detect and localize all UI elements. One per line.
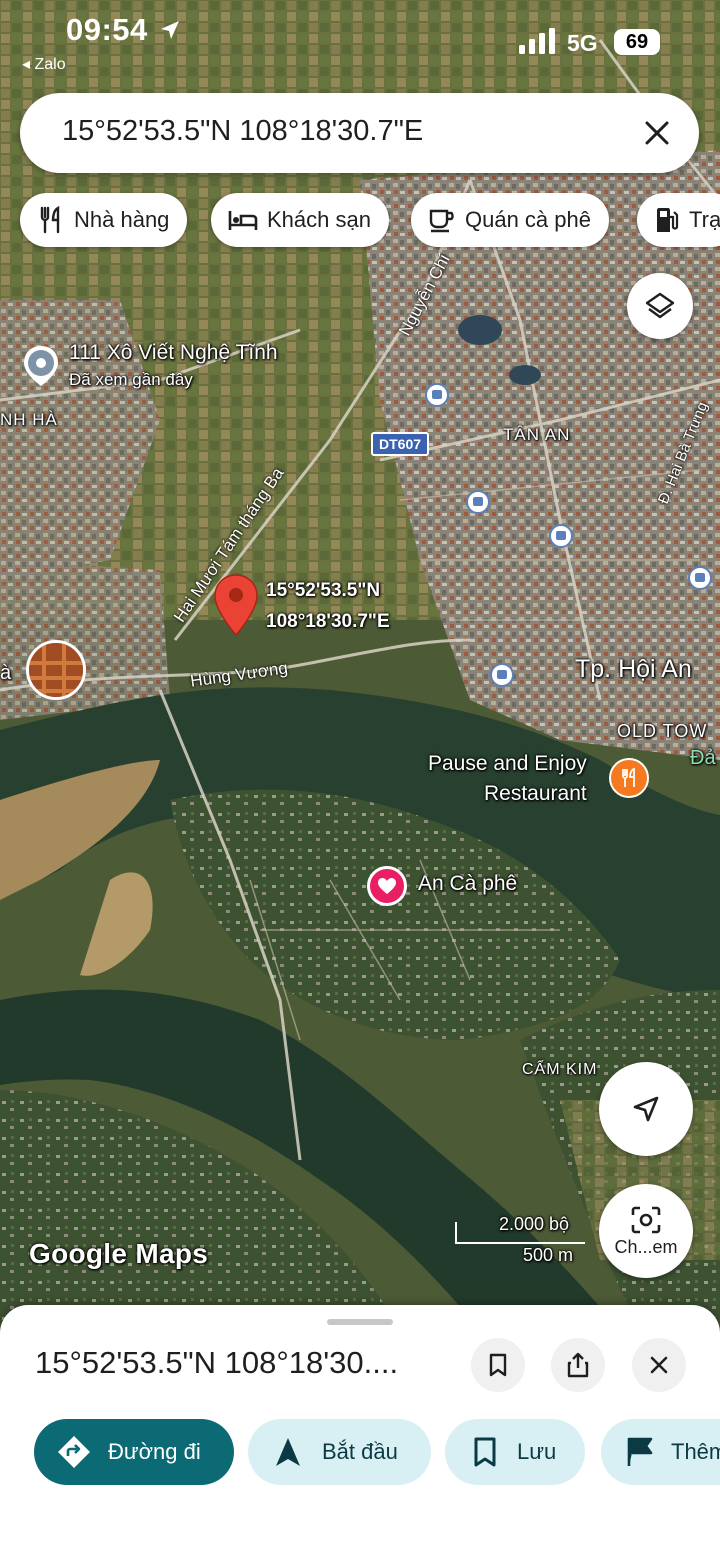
restaurant-label-line2[interactable]: Restaurant <box>484 782 587 806</box>
start-button[interactable]: Bắt đầu <box>248 1419 431 1485</box>
recent-place-title[interactable]: 111 Xô Viết Nghệ Tĩnh <box>69 341 278 365</box>
navigation-arrow-icon <box>633 1096 659 1122</box>
hotel-icon <box>228 211 258 230</box>
save-bookmark-button[interactable] <box>471 1338 525 1392</box>
add-label-text: Thêm <box>671 1439 720 1464</box>
search-input[interactable]: 15°52'53.5"N 108°18'30.7"E <box>62 115 423 148</box>
scale-metric: 500 m <box>523 1245 574 1265</box>
photo-place-marker[interactable] <box>26 640 86 700</box>
cafe-label[interactable]: An Cà phê <box>418 872 517 896</box>
area-label-left: à <box>0 662 12 684</box>
chip-label: Trạ <box>689 207 720 232</box>
area-label-cam-kim: CẨM KIM <box>522 1061 598 1078</box>
camera-search-button[interactable]: Ch...em <box>599 1184 693 1278</box>
directions-button[interactable]: Đường đi <box>34 1419 234 1485</box>
save-button[interactable]: Lưu <box>445 1419 585 1485</box>
camera-icon <box>631 1206 661 1233</box>
bus-stop-icon[interactable] <box>490 663 514 687</box>
chip-label: Khách sạn <box>267 207 371 232</box>
coffee-icon <box>429 209 454 233</box>
directions-label: Đường đi <box>108 1439 201 1464</box>
layers-button[interactable] <box>627 273 693 339</box>
area-label-nh-ha: NH HÀ <box>0 410 58 429</box>
status-bar: 09:54 ◂ Zalo 5G 69 <box>0 0 720 80</box>
search-bar[interactable]: 15°52'53.5"N 108°18'30.7"E <box>20 93 699 173</box>
chip-hotels[interactable]: Khách sạn <box>211 193 389 247</box>
network-type: 5G <box>567 30 598 56</box>
navigation-icon <box>276 1438 300 1466</box>
scale-imperial: 2.000 bộ <box>499 1214 570 1234</box>
place-bottom-sheet[interactable]: 15°52'53.5"N 108°18'30.... Đường đi Bắt … <box>0 1305 720 1557</box>
dropped-pin-icon[interactable] <box>213 573 259 637</box>
bus-stop-icon[interactable] <box>688 566 712 590</box>
location-services-icon <box>161 21 179 39</box>
chip-restaurants[interactable]: Nhà hàng <box>20 193 188 247</box>
recent-place-subtitle: Đã xem gần đây <box>69 370 193 389</box>
restaurant-icon <box>40 206 60 234</box>
add-label-button[interactable]: Thêm <box>601 1419 720 1485</box>
route-badge: DT607 <box>371 432 430 456</box>
bus-stop-icon[interactable] <box>425 383 449 407</box>
chip-label: Nhà hàng <box>74 207 170 232</box>
recent-place-marker-icon[interactable] <box>22 344 60 388</box>
bookmark-icon <box>489 1353 507 1377</box>
map-view[interactable]: 09:54 ◂ Zalo 5G 69 15°52'53.5"N 108°18'3… <box>0 0 720 1330</box>
bookmark-icon <box>474 1437 496 1467</box>
area-label-old-town: OLD TOW <box>617 721 708 741</box>
flag-icon <box>627 1437 653 1466</box>
bus-stop-icon[interactable] <box>466 490 490 514</box>
battery-indicator: 69 <box>614 29 660 55</box>
camera-label: Ch...em <box>614 1236 678 1257</box>
my-location-button[interactable] <box>599 1062 693 1156</box>
directions-icon <box>58 1436 90 1468</box>
drag-handle[interactable] <box>327 1319 393 1325</box>
area-label-hoi-an: Tp. Hội An <box>575 655 692 683</box>
close-icon <box>650 1356 668 1374</box>
chip-label: Quán cà phê <box>465 207 591 232</box>
saved-place-marker[interactable] <box>367 866 407 906</box>
pin-label-longitude: 108°18'30.7"E <box>266 611 390 632</box>
back-to-app-link[interactable]: ◂ Zalo <box>22 54 66 74</box>
save-label: Lưu <box>517 1439 557 1464</box>
bus-stop-icon[interactable] <box>549 524 573 548</box>
heart-icon <box>378 878 396 894</box>
share-button[interactable] <box>551 1338 605 1392</box>
area-label-right: Đả <box>690 747 716 769</box>
start-label: Bắt đầu <box>322 1439 398 1464</box>
share-icon <box>567 1352 589 1378</box>
google-maps-logo: Google Maps <box>29 1238 209 1269</box>
status-time: 09:54 <box>66 12 148 47</box>
restaurant-icon <box>622 767 635 787</box>
restaurant-marker[interactable] <box>609 758 649 798</box>
place-title: 15°52'53.5"N 108°18'30.... <box>35 1345 399 1380</box>
layers-icon <box>645 292 675 319</box>
close-icon[interactable] <box>639 115 675 151</box>
restaurant-label-line1[interactable]: Pause and Enjoy <box>428 752 587 776</box>
area-label-tan-an: TÂN AN <box>503 425 571 444</box>
cellular-signal-icon <box>519 28 555 54</box>
gas-station-icon <box>657 208 679 232</box>
pin-label-latitude: 15°52'53.5"N <box>266 580 381 601</box>
chip-cafes[interactable]: Quán cà phê <box>411 193 609 247</box>
chip-gas-stations[interactable]: Trạ <box>637 193 720 247</box>
close-sheet-button[interactable] <box>632 1338 686 1392</box>
